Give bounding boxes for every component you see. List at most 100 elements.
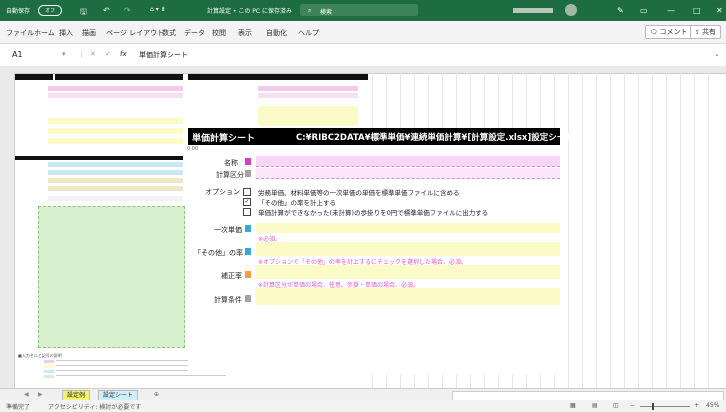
name-box-dropdown-icon[interactable]: ▾ [62,50,66,58]
redo-icon[interactable]: ↷ [124,6,131,15]
zoom-slider[interactable] [640,406,690,407]
mini-beige-field-2 [48,186,183,191]
mini-title-bar [15,74,53,80]
name-box[interactable]: A1 [12,50,23,59]
page-layout-view-icon[interactable]: ▤ [592,402,598,409]
tab-formulas[interactable]: 数式 [162,28,176,38]
mini-beige-field [48,178,183,183]
fx-icon[interactable]: fx [120,50,127,58]
tab-draw[interactable]: 描画 [82,28,96,38]
other-rate-label: 「その他」の率 [194,249,243,257]
tab-review[interactable]: 校閲 [212,28,226,38]
close-icon[interactable]: ✕ [716,6,723,15]
tab-view[interactable]: 表示 [238,28,252,38]
mini-name-field-2 [258,86,358,91]
enter-icon[interactable]: ✓ [105,50,111,58]
save-icon[interactable]: 🖫 [80,6,87,20]
avatar[interactable] [565,4,577,16]
mini-blue-field [48,162,183,167]
correction-field[interactable] [256,269,560,279]
worksheet[interactable]: ■入力セルと記号の説明 単価計算シート C:¥RIBC2DATA¥標準単価¥連続… [0,66,726,388]
mini-name-field [48,86,183,91]
minimize-icon[interactable]: — [667,6,675,15]
reference-mark [245,225,251,232]
next-sheet-icon[interactable]: ▶ [34,390,47,400]
panel-header: 単価計算シート C:¥RIBC2DATA¥標準単価¥連続単価計算¥[計算設定.x… [188,128,574,145]
other-rate-field[interactable] [256,246,560,256]
legend-title: ■入力セルと記号の説明 [18,353,62,358]
primary-field[interactable] [256,223,560,233]
legend-blue [44,370,54,373]
share-button[interactable]: ⇪ 共有 [690,25,721,39]
undo-icon[interactable]: ↶ [103,6,110,15]
legend-yellow [44,365,54,368]
option-checkbox-1[interactable] [243,188,251,196]
formula-input[interactable]: 単価計算シート [139,50,188,60]
tab-file[interactable]: ファイル [6,28,34,38]
add-sheet-icon[interactable]: ⊕ [150,390,163,400]
calc-condition-field[interactable] [256,293,560,305]
prev-sheet-icon[interactable]: ◀ [20,390,33,400]
formula-bar: A1 ▾ ⋮ ✕ ✓ fx 単価計算シート ⌄ [0,44,726,67]
search-box[interactable]: ⌕ 検索 [300,4,418,16]
required-mark [245,158,251,165]
page-break-view-icon[interactable]: ◫ [613,402,619,409]
accessibility-status[interactable]: アクセシビリティ: 検討が必要です [48,402,141,411]
mini-blue-field-2 [48,170,183,175]
zoom-level[interactable]: 45% [706,402,719,409]
mini-title-bar-2 [188,74,228,80]
reference-mark-2 [245,248,251,255]
mini-section-field [48,93,183,98]
zoom-slider-thumb[interactable] [652,403,654,410]
optional-mark-2 [245,295,251,302]
pen-icon[interactable]: ✎ [617,6,624,15]
primary-label: 一次単価 [214,226,242,234]
mini-path-bar-2 [228,74,368,80]
zoom-in-icon[interactable]: + [694,402,699,409]
option-checkbox-3[interactable] [243,208,251,216]
ribbon-display-icon[interactable]: ▭ [640,6,648,15]
zoom-out-icon[interactable]: − [630,402,635,409]
panel-path: C:¥RIBC2DATA¥標準単価¥連続単価計算¥[計算設定.xlsx]設定シー… [296,133,574,143]
option-checkbox-2[interactable]: ✓ [243,198,251,206]
column-headers[interactable] [0,66,726,74]
window-title[interactable]: 計算設定 • この PC に保存済み [207,6,292,15]
name-field[interactable] [256,156,560,167]
row-value: 0.00 [187,146,199,152]
mini-primary-field [48,118,183,124]
option-label-2: 「その他」の率を計上する [258,199,336,207]
tab-data[interactable]: データ [184,28,205,38]
row-headers[interactable] [0,73,15,388]
tab-automate[interactable]: 自動化 [266,28,287,38]
tab-help[interactable]: ヘルプ [298,28,319,38]
option-label-1: 労務単価、材料単価等の一次単価の単価を標準単価ファイルに含める [258,189,460,197]
legend-green [44,375,54,378]
mini-other-field [48,128,183,134]
mini-section-field-2 [258,93,358,98]
mini-path-bar [55,74,183,80]
calc-section-label: 計算区分 [216,171,244,179]
tab-insert[interactable]: 挿入 [59,28,73,38]
cancel-icon[interactable]: ✕ [90,50,96,58]
mini-green-table [38,206,185,348]
panel-title: 単価計算シート [192,134,256,144]
autosave-toggle[interactable]: オフ [38,5,62,16]
zoom-panel: 単価計算シート C:¥RIBC2DATA¥標準単価¥連続単価計算¥[計算設定.x… [187,128,574,375]
status-bar: 準備完了 アクセシビリティ: 検討が必要です ▦ ▤ ◫ − + 45% [0,400,726,412]
quick-access-icon[interactable]: ⌂ ▾ ⇟ [150,6,166,13]
tab-page-layout[interactable]: ページ レイアウト [106,28,164,38]
expand-formula-icon[interactable]: ⌄ [714,50,720,58]
tab-home[interactable]: ホーム [34,28,55,38]
comment-button[interactable]: 🗨 コメント [645,25,693,39]
calc-condition-label: 計算条件 [214,296,242,304]
maximize-icon[interactable]: □ [693,6,701,15]
normal-view-icon[interactable]: ▦ [570,402,576,409]
name-label: 名称 [224,159,238,167]
calc-section-field[interactable] [256,168,560,179]
correction-mark [245,271,251,278]
options-label: オプション [205,188,240,196]
mini-correction-field [48,138,183,144]
account-name [513,8,553,13]
ribbon-tabs: ファイル ホーム 挿入 描画 ページ レイアウト 数式 データ 校閲 表示 自動… [0,21,726,44]
mini-gray-field [48,196,183,201]
